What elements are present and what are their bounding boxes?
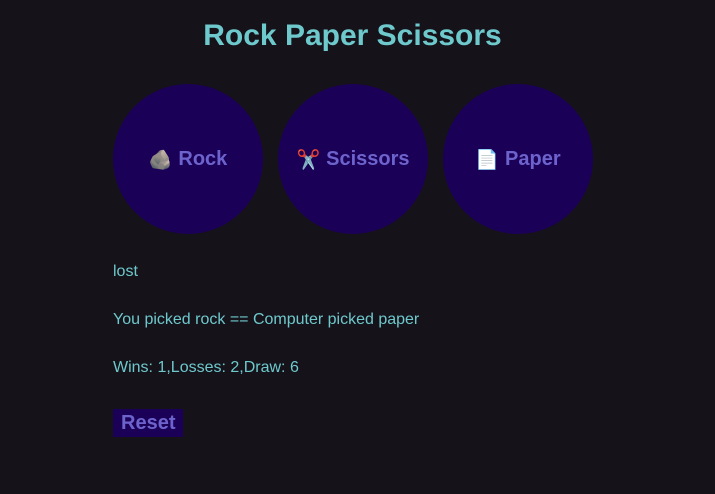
scissors-label: Scissors — [326, 147, 410, 170]
picks-text: You picked rock == Computer picked paper — [113, 311, 420, 328]
page-title: Rock Paper Scissors — [203, 19, 502, 52]
score-text: Wins: 1,Losses: 2,Draw: 6 — [113, 359, 299, 376]
paper-label: Paper — [505, 147, 561, 170]
reset-button[interactable]: Reset — [113, 409, 184, 437]
rock-icon: 🪨 — [148, 148, 173, 171]
paper-icon: 📄 — [475, 148, 500, 171]
choice-buttons: 🪨 Rock ✂️ Scissors 📄 Paper — [113, 84, 593, 234]
rock-label: Rock — [178, 147, 228, 170]
paper-button[interactable]: 📄 Paper — [443, 84, 593, 234]
rock-button[interactable]: 🪨 Rock — [113, 84, 263, 234]
outcome-text: lost — [113, 263, 138, 280]
scissors-icon: ✂️ — [296, 148, 321, 171]
scissors-button[interactable]: ✂️ Scissors — [278, 84, 428, 234]
